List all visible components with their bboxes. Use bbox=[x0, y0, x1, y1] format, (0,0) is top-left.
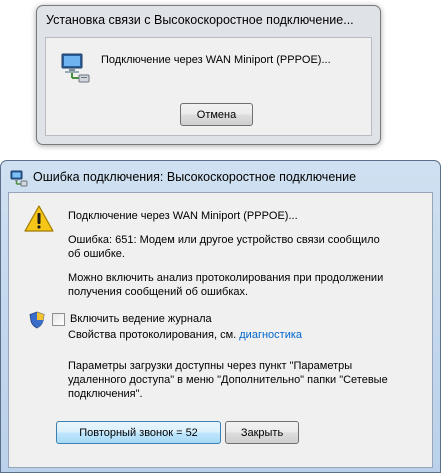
error-dialog-title: Ошибка подключения: Высокоскоростное под… bbox=[33, 170, 357, 184]
connecting-dialog: Установка связи с Высокоскоростное подкл… bbox=[36, 5, 381, 145]
error-message-line-1: Ошибка: 651: Модем или другое устройство… bbox=[68, 234, 380, 246]
params-line-2: удаленного доступа" в меню "Дополнительн… bbox=[68, 374, 388, 386]
uac-shield-icon bbox=[29, 311, 45, 329]
network-connection-icon bbox=[10, 170, 28, 187]
network-computer-icon bbox=[61, 53, 90, 83]
params-line-3: подключения". bbox=[68, 388, 143, 400]
error-message-line-2: об ошибке. bbox=[68, 248, 125, 260]
logging-properties-label: Свойства протоколирования, см. bbox=[68, 329, 237, 341]
trace-info-line-2: получения сообщений об ошибках. bbox=[68, 286, 249, 298]
connecting-dialog-body: Подключение через WAN Miniport (PPPOE)..… bbox=[45, 37, 372, 136]
logging-properties-text: Свойства протоколирования, см. диагности… bbox=[68, 328, 302, 342]
enable-logging-label[interactable]: Включить ведение журнала bbox=[70, 312, 212, 326]
device-text: Подключение через WAN Miniport (PPPOE)..… bbox=[68, 210, 298, 222]
error-dialog-body: Подключение через WAN Miniport (PPPOE)..… bbox=[8, 192, 433, 468]
connecting-dialog-title: Установка связи с Высокоскоростное подкл… bbox=[46, 13, 354, 27]
connecting-message: Подключение через WAN Miniport (PPPOE)..… bbox=[101, 54, 331, 66]
error-dialog: Ошибка подключения: Высокоскоростное под… bbox=[0, 160, 441, 473]
warning-icon bbox=[24, 205, 54, 232]
enable-logging-checkbox[interactable] bbox=[52, 313, 65, 326]
redial-button[interactable]: Повторный звонок = 52 bbox=[56, 421, 221, 444]
diagnostics-link[interactable]: диагностика bbox=[239, 329, 302, 341]
trace-info-line-1: Можно включить анализ протоколирования п… bbox=[68, 272, 384, 284]
params-line-1: Параметры загрузки доступны через пункт … bbox=[68, 360, 353, 372]
close-button[interactable]: Закрыть bbox=[225, 421, 299, 444]
cancel-button[interactable]: Отмена bbox=[180, 103, 253, 126]
